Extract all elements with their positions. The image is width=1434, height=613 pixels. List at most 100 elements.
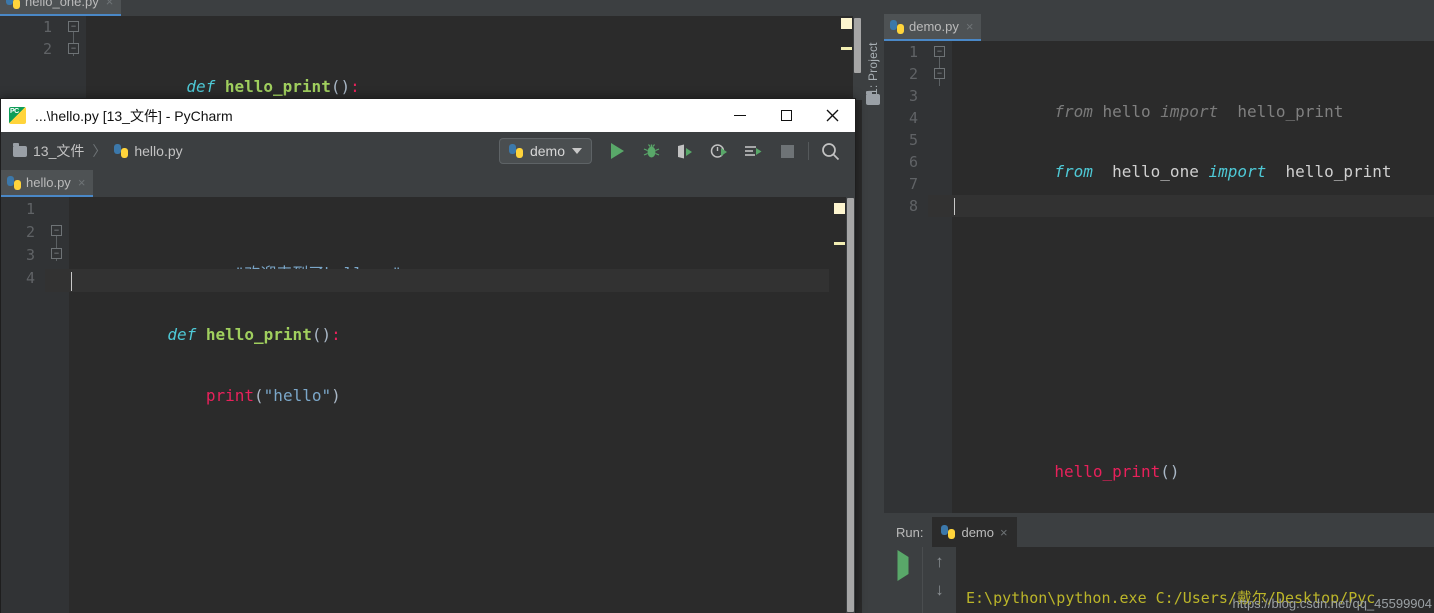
python-icon	[508, 144, 523, 158]
pycharm-dialog-window: ...\hello.py [13_文件] - PyCharm 13_文件 〉	[0, 98, 856, 613]
line-number: 6	[908, 153, 918, 171]
left-editor-scrollbar[interactable]	[853, 16, 862, 100]
run-tool-window: Run: demo × ↑ ↓ E:\python\python.exe C:/	[884, 513, 1434, 613]
editor-tab-hello[interactable]: hello.py ×	[1, 170, 94, 197]
line-number: 1	[42, 18, 52, 36]
arrow-down-icon[interactable]: ↓	[935, 581, 944, 598]
current-line-highlight	[928, 195, 1434, 217]
arrow-up-icon[interactable]: ↑	[935, 553, 944, 570]
fold-toggle-icon[interactable]: −	[68, 43, 79, 54]
run-button[interactable]	[604, 138, 630, 164]
breadcrumb-label: 13_文件	[33, 143, 85, 159]
profile-button[interactable]	[706, 138, 732, 164]
fold-toggle-icon[interactable]: −	[934, 68, 945, 79]
folder-icon	[13, 142, 27, 157]
left-editor-marker-bar	[839, 16, 853, 100]
breadcrumb-file[interactable]: hello.py	[114, 143, 183, 159]
search-everywhere-button[interactable]	[817, 138, 843, 164]
python-icon	[941, 525, 956, 539]
close-icon[interactable]: ×	[106, 0, 114, 9]
run-tab-row: Run: demo ×	[884, 517, 1434, 547]
console-lines-icon	[745, 145, 762, 156]
right-editor-code[interactable]: from hello import hello_print from hello…	[954, 41, 1434, 540]
maximize-button[interactable]	[763, 99, 809, 132]
right-editor-gutter: 1 2 3 4 5 6 7 8	[884, 41, 928, 513]
run-output-body: ↑ ↓ E:\python\python.exe C:/Users/戴尔/Des…	[884, 547, 1434, 613]
fold-toggle-icon[interactable]: −	[51, 225, 62, 236]
run-with-coverage-button[interactable]	[672, 138, 698, 164]
toolbar-separator	[808, 142, 809, 160]
watermark-text: https://blog.csdn.net/qq_45599904	[1232, 596, 1433, 611]
editor-tab-hello-one[interactable]: hello_one.py ×	[0, 0, 122, 16]
rerun-button[interactable]	[897, 550, 909, 581]
line-number: 2	[908, 65, 918, 83]
left-fold-column: − −	[62, 16, 86, 100]
dialog-editor-code[interactable]: name = "欢迎来到了hell.py" def hello_print():…	[67, 200, 829, 613]
chevron-down-icon[interactable]	[572, 148, 582, 154]
stop-button[interactable]	[774, 138, 800, 164]
line-number: 2	[42, 40, 52, 58]
code-line-7: hello_print()	[1054, 462, 1180, 481]
warning-stripe[interactable]	[834, 242, 845, 245]
right-fold-column: − −	[928, 41, 952, 513]
search-icon	[821, 142, 839, 160]
line-number: 8	[908, 197, 918, 215]
code-line-1: name = "欢迎来到了hell.py"	[67, 238, 829, 283]
run-console-output[interactable]: E:\python\python.exe C:/Users/戴尔/Desktop…	[956, 547, 1434, 613]
current-line-highlight	[45, 269, 829, 292]
folder-icon[interactable]	[866, 91, 880, 110]
run-actions-column	[884, 547, 922, 613]
python-file-icon	[890, 19, 904, 34]
window-titlebar[interactable]: ...\hello.py [13_文件] - PyCharm	[1, 99, 855, 132]
close-icon	[826, 109, 838, 122]
dialog-editor-tabstrip: hello.py ×	[1, 170, 855, 197]
line-number: 2	[25, 223, 35, 241]
warning-marker[interactable]	[841, 18, 852, 29]
close-icon[interactable]: ×	[78, 175, 86, 190]
screenshot-root: hello_one.py × 1 2 − − def hello_print()…	[0, 0, 1434, 613]
run-console-button[interactable]	[740, 138, 766, 164]
play-icon	[610, 143, 624, 159]
line-number: 5	[908, 131, 918, 149]
project-tool-stripe: 1: Project	[862, 0, 884, 613]
pycharm-icon	[9, 107, 26, 124]
run-nav-column: ↑ ↓	[922, 547, 956, 613]
fold-toggle-icon[interactable]: −	[51, 248, 62, 259]
left-editor-tabstrip: hello_one.py ×	[0, 0, 862, 16]
bug-icon	[643, 143, 659, 157]
scrollbar-thumb[interactable]	[854, 18, 861, 73]
line-number: 1	[908, 43, 918, 61]
minimize-button[interactable]	[717, 99, 763, 132]
line-number: 7	[908, 175, 918, 193]
fold-toggle-icon[interactable]: −	[934, 46, 945, 57]
code-line-1: from hello import hello_print	[1054, 102, 1344, 121]
stop-icon	[780, 144, 794, 158]
debug-button[interactable]	[638, 138, 664, 164]
line-number: 4	[25, 269, 35, 287]
fold-toggle-icon[interactable]: −	[68, 21, 79, 32]
dialog-marker-bar	[832, 197, 846, 613]
python-file-icon	[114, 144, 129, 158]
dialog-editor-scrollbar[interactable]	[846, 197, 855, 613]
close-icon[interactable]: ×	[966, 19, 974, 34]
close-icon[interactable]: ×	[1000, 525, 1008, 540]
profile-clock-icon	[710, 143, 727, 158]
text-caret	[954, 198, 955, 215]
tab-label: hello_one.py	[25, 0, 99, 9]
tab-label: demo.py	[909, 19, 959, 34]
python-file-icon	[7, 175, 21, 190]
close-button[interactable]	[809, 99, 855, 132]
warning-stripe[interactable]	[841, 47, 852, 50]
run-configuration-selector[interactable]: demo	[498, 138, 592, 164]
warning-marker[interactable]	[834, 203, 845, 214]
scrollbar-thumb[interactable]	[847, 198, 854, 612]
editor-tab-demo[interactable]: demo.py ×	[884, 14, 982, 41]
line-number: 4	[908, 109, 918, 127]
run-tab-demo[interactable]: demo ×	[932, 517, 1017, 547]
breadcrumb-folder[interactable]: 13_文件	[13, 141, 84, 161]
sidebar-item-project[interactable]: 1: Project	[866, 31, 880, 95]
window-title: ...\hello.py [13_文件] - PyCharm	[35, 107, 233, 124]
line-number: 3	[25, 246, 35, 264]
